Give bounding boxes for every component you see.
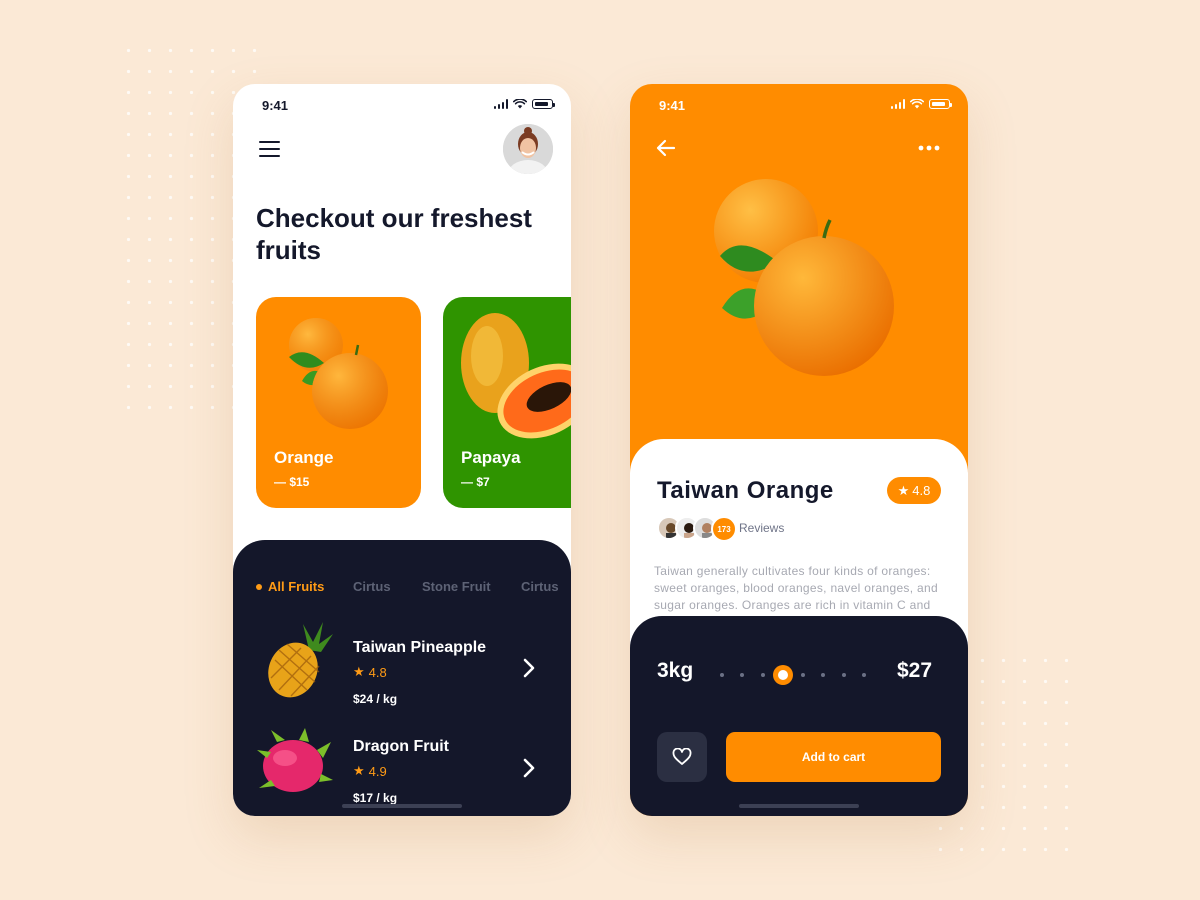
product-rating: ★ 4.8 (353, 664, 387, 680)
tab-stone-fruit[interactable]: Stone Fruit (422, 579, 491, 594)
purchase-panel: 3kg $27 Add to cart (630, 616, 968, 816)
product-rating: ★ 4.9 (353, 763, 387, 779)
signal-icon (493, 99, 508, 109)
card-title: Orange (274, 448, 334, 467)
rating-value: 4.8 (368, 664, 387, 680)
battery-icon (532, 99, 555, 109)
back-arrow-icon[interactable] (654, 138, 678, 158)
user-photo (503, 124, 553, 174)
list-item[interactable]: Dragon Fruit ★ 4.9 $17 / kg (233, 720, 571, 810)
heart-icon (672, 748, 692, 765)
rating-value: 4.9 (368, 763, 387, 779)
pineapple-image (268, 622, 333, 698)
slider-step-dot[interactable] (842, 673, 846, 677)
orange-image (289, 318, 388, 429)
slider-step-dot[interactable] (862, 673, 866, 677)
product-price: $24 / kg (353, 692, 398, 706)
home-screen: 9:41 Checkout our freshest fruits Orange… (233, 84, 571, 816)
slider-step-dot[interactable] (740, 673, 744, 677)
tab-cirtus-2[interactable]: Cirtus (521, 579, 559, 594)
card-price: — $15 (274, 475, 310, 489)
card-title: Papaya (461, 448, 521, 467)
star-icon: ★ (353, 763, 365, 778)
papaya-image (461, 313, 571, 439)
signal-icon (890, 99, 905, 109)
slider-step-dot[interactable] (720, 673, 724, 677)
quantity-slider[interactable] (716, 665, 878, 685)
quantity-value: 3kg (657, 659, 694, 682)
more-options-icon[interactable] (916, 138, 942, 158)
chevron-right-icon[interactable] (521, 658, 537, 678)
featured-card-orange[interactable]: Orange — $15 (256, 297, 421, 508)
reviewer-avatars[interactable]: 173 (657, 516, 747, 542)
add-to-cart-button[interactable]: Add to cart (726, 732, 941, 782)
status-bar: 9:41 (630, 84, 968, 124)
product-detail-screen: 9:41 Taiwan Orange ★ 4.8 173 Reviews Tai… (630, 84, 968, 816)
featured-card-papaya[interactable]: Papaya — $7 (443, 297, 571, 508)
slider-step-dot[interactable] (801, 673, 805, 677)
product-name: Dragon Fruit (353, 738, 449, 755)
slider-thumb[interactable] (773, 665, 793, 685)
status-bar: 9:41 (233, 84, 571, 124)
product-list-panel: All Fruits Cirtus Stone Fruit Cirtus Tai… (233, 540, 571, 816)
avatar[interactable] (503, 124, 553, 174)
page-title: Checkout our freshest fruits (256, 203, 532, 265)
favorite-button[interactable] (657, 732, 707, 782)
home-indicator (739, 804, 859, 808)
total-price: $27 (897, 659, 933, 682)
status-time: 9:41 (659, 98, 686, 113)
product-title: Taiwan Orange (657, 477, 834, 504)
product-name: Taiwan Pineapple (353, 639, 487, 656)
status-time: 9:41 (262, 98, 289, 113)
product-price: $17 / kg (353, 791, 398, 805)
wifi-icon (910, 99, 924, 109)
reviews-link[interactable]: Reviews (739, 521, 784, 535)
slider-step-dot[interactable] (761, 673, 765, 677)
slider-step-dot[interactable] (821, 673, 825, 677)
card-price: — $7 (461, 475, 490, 489)
star-icon: ★ (353, 664, 365, 679)
list-item[interactable]: Taiwan Pineapple ★ 4.8 $24 / kg (233, 620, 571, 710)
hamburger-menu-icon[interactable] (259, 140, 281, 158)
dragon-fruit-image (257, 728, 333, 792)
tab-cirtus[interactable]: Cirtus (353, 579, 391, 594)
orange-hero-image (714, 179, 894, 376)
review-count-badge: 173 (711, 516, 737, 542)
chevron-right-icon[interactable] (521, 758, 537, 778)
star-icon: ★ (897, 482, 910, 498)
home-indicator (342, 804, 462, 808)
rating-badge: ★ 4.8 (887, 477, 941, 504)
battery-icon (929, 99, 952, 109)
tab-all-fruits[interactable]: All Fruits (255, 579, 324, 594)
wifi-icon (513, 99, 527, 109)
rating-value: 4.8 (912, 483, 931, 498)
